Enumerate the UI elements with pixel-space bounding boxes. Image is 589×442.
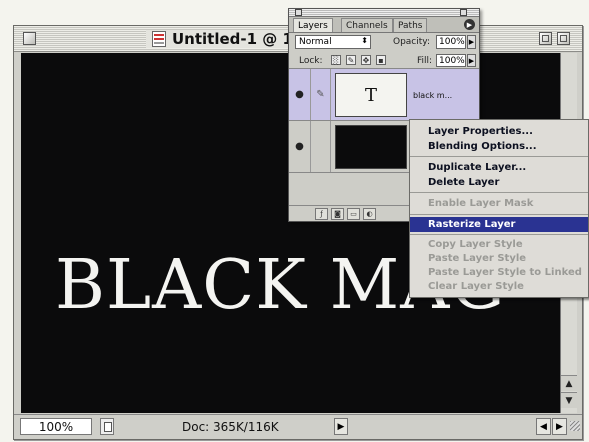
scroll-up-arrow-icon[interactable]: ▲ <box>561 375 577 391</box>
fill-arrow-icon[interactable]: ▶ <box>467 54 476 67</box>
lock-transparency-icon[interactable]: ░ <box>331 55 341 65</box>
menu-item-layer-properties[interactable]: Layer Properties... <box>410 124 588 139</box>
tab-channels[interactable]: Channels <box>341 18 393 32</box>
zoom-level-field[interactable]: 100% <box>20 418 92 435</box>
lock-label: Lock: <box>299 56 323 66</box>
blend-mode-select[interactable]: Normal ⬍ <box>295 35 371 49</box>
file-icon <box>152 31 166 47</box>
opacity-label: Opacity: <box>393 37 430 47</box>
document-size-text: Doc: 365K/116K <box>182 420 279 434</box>
lock-all-icon[interactable]: ▪ <box>376 55 386 65</box>
menu-item-duplicate-layer[interactable]: Duplicate Layer... <box>410 160 588 175</box>
palette-titlebar[interactable] <box>289 9 479 17</box>
close-box-icon[interactable] <box>23 32 36 45</box>
menu-item-clear-layer-style: Clear Layer Style <box>428 281 524 292</box>
menu-separator <box>410 214 588 215</box>
link-column[interactable] <box>311 121 331 172</box>
palette-zoom-icon[interactable] <box>460 9 467 16</box>
menu-item-paste-layer-style-to-linked: Paste Layer Style to Linked <box>428 267 582 278</box>
opacity-arrow-icon[interactable]: ▶ <box>467 35 476 49</box>
add-mask-icon[interactable]: ◙ <box>331 208 344 220</box>
lock-position-icon[interactable]: ✥ <box>361 55 371 65</box>
menu-separator <box>410 234 588 235</box>
blend-mode-value: Normal <box>299 37 332 47</box>
zoom-box-icon[interactable] <box>539 32 552 45</box>
scroll-left-arrow-icon[interactable]: ◀ <box>536 418 551 435</box>
menu-item-paste-layer-style: Paste Layer Style <box>428 253 527 264</box>
document-title-text: Untitled-1 @ 10 <box>172 30 304 48</box>
menu-separator <box>410 192 588 193</box>
adjustment-layer-icon[interactable]: ◐ <box>363 208 376 220</box>
palette-menu-arrow-icon[interactable]: ▶ <box>464 19 475 30</box>
fill-label: Fill: <box>417 56 433 66</box>
status-bar: 100% Doc: 365K/116K ▶ ◀ ▶ <box>14 414 582 438</box>
lock-row: Lock: ░ ✎ ✥ ▪ Fill: 100% ▶ <box>289 51 479 69</box>
dropdown-arrows-icon: ⬍ <box>361 36 368 45</box>
layer-thumbnail-text: T <box>335 73 407 117</box>
layer-row-text[interactable]: ● ✎ T black m... <box>289 69 479 121</box>
scroll-down-arrow-icon[interactable]: ▼ <box>561 392 577 408</box>
menu-item-rasterize-layer[interactable]: Rasterize Layer <box>410 217 588 232</box>
new-set-icon[interactable]: ▭ <box>347 208 360 220</box>
menu-item-blending-options[interactable]: Blending Options... <box>410 139 588 154</box>
menu-item-enable-layer-mask: Enable Layer Mask <box>428 198 534 209</box>
layer-name: black m... <box>413 91 453 100</box>
add-style-icon[interactable]: ƒ <box>315 208 328 220</box>
palette-close-icon[interactable] <box>295 9 302 16</box>
opacity-field[interactable]: 100% <box>436 35 466 49</box>
brush-icon[interactable]: ✎ <box>311 69 331 120</box>
status-menu-arrow-icon[interactable]: ▶ <box>334 418 348 435</box>
lock-image-icon[interactable]: ✎ <box>346 55 356 65</box>
layer-thumbnail-black <box>335 125 407 169</box>
blend-row: Normal ⬍ Opacity: 100% ▶ <box>289 33 479 51</box>
document-title: Untitled-1 @ 10 <box>146 30 312 48</box>
tab-paths[interactable]: Paths <box>393 18 428 32</box>
menu-item-copy-layer-style: Copy Layer Style <box>428 239 523 250</box>
menu-separator <box>410 156 588 157</box>
menu-item-delete-layer[interactable]: Delete Layer <box>410 175 588 190</box>
eye-icon[interactable]: ● <box>289 69 311 120</box>
layer-context-menu: Layer Properties... Blending Options... … <box>409 119 589 298</box>
palette-tabs: Layers Channels Paths ▶ <box>289 17 479 33</box>
fill-field[interactable]: 100% <box>436 54 466 67</box>
resize-grip-icon[interactable] <box>570 421 580 431</box>
eye-icon[interactable]: ● <box>289 121 311 172</box>
collapse-box-icon[interactable] <box>557 32 570 45</box>
scroll-right-arrow-icon[interactable]: ▶ <box>552 418 567 435</box>
page-icon[interactable] <box>100 418 114 435</box>
tab-layers[interactable]: Layers <box>293 18 333 32</box>
